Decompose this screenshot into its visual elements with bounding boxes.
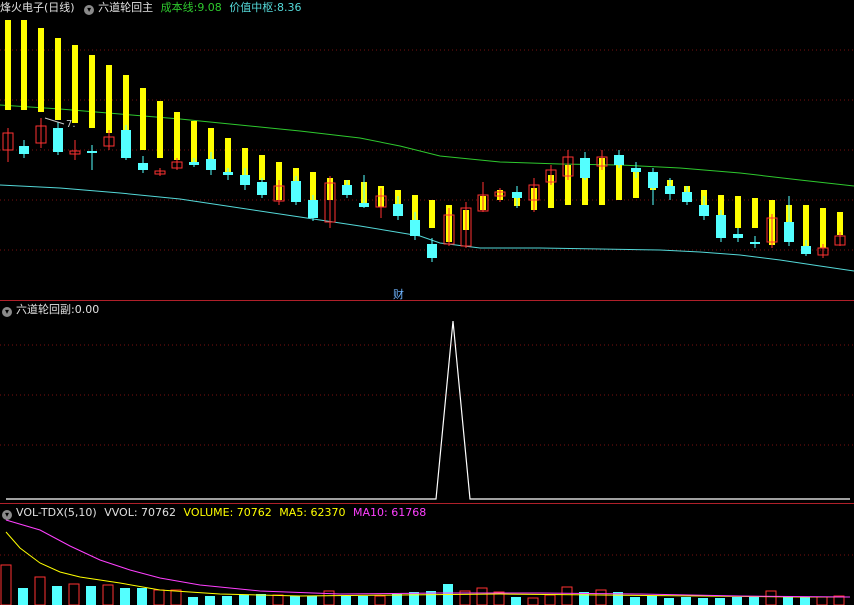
volume-bar bbox=[816, 596, 828, 605]
signal-bar bbox=[429, 200, 435, 228]
candle-body bbox=[682, 192, 692, 202]
candle-body bbox=[631, 168, 641, 172]
candle-body bbox=[427, 244, 437, 258]
signal-bar bbox=[735, 196, 741, 228]
chart-canvas[interactable]: 7. bbox=[0, 0, 854, 605]
candle-body bbox=[257, 182, 267, 195]
candle-body bbox=[291, 181, 301, 202]
candle-body bbox=[410, 220, 420, 236]
signal-bar bbox=[55, 38, 61, 120]
volume-bar bbox=[188, 597, 198, 605]
volume-bar bbox=[698, 598, 708, 605]
volume-bar bbox=[34, 576, 46, 605]
volume-bar bbox=[732, 597, 742, 605]
volume-bar bbox=[511, 597, 521, 605]
volume-bar bbox=[595, 589, 607, 605]
volume-bar bbox=[409, 592, 419, 605]
volume-bar bbox=[153, 589, 165, 605]
price-annotation-leader bbox=[44, 117, 65, 125]
volume-bar bbox=[120, 588, 130, 605]
vol-ma5-line bbox=[5, 531, 850, 598]
candle-body bbox=[342, 185, 352, 195]
candle-body bbox=[53, 128, 63, 152]
volume-bar bbox=[18, 588, 28, 605]
volume-bar bbox=[561, 586, 573, 605]
volume-bar bbox=[392, 594, 402, 605]
volume-bar bbox=[664, 598, 674, 605]
candle-body bbox=[206, 159, 216, 170]
signal-bar bbox=[21, 20, 27, 110]
candle-body bbox=[716, 215, 726, 238]
signal-bar bbox=[72, 45, 78, 123]
volume-bar bbox=[544, 594, 556, 605]
volume-bar bbox=[222, 596, 232, 605]
signal-bar bbox=[174, 112, 180, 160]
volume-bar bbox=[0, 564, 12, 605]
candle-body bbox=[699, 205, 709, 216]
candle-body bbox=[750, 242, 760, 244]
candle-body bbox=[223, 172, 233, 175]
volume-bar bbox=[256, 594, 266, 605]
candle-body bbox=[733, 234, 743, 238]
volume-bar bbox=[307, 596, 317, 605]
candle-body bbox=[87, 151, 97, 153]
signal-bar bbox=[140, 88, 146, 150]
candle-body bbox=[648, 172, 658, 188]
candle-body bbox=[138, 163, 148, 170]
candle-body bbox=[512, 192, 522, 198]
volume-bar bbox=[341, 596, 351, 605]
volume-bars bbox=[0, 564, 845, 605]
candle-body bbox=[784, 222, 794, 242]
signal-bar bbox=[837, 212, 843, 235]
candle-body bbox=[393, 204, 403, 216]
volume-bar bbox=[749, 596, 759, 605]
candle-body bbox=[614, 155, 624, 165]
volume-bar bbox=[681, 597, 691, 605]
volume-bar bbox=[715, 598, 725, 605]
volume-bar bbox=[239, 595, 249, 605]
volume-bar bbox=[205, 596, 215, 605]
signal-bar bbox=[5, 20, 11, 110]
volume-bar bbox=[170, 589, 182, 605]
candlesticks[interactable] bbox=[2, 118, 846, 262]
volume-bar bbox=[290, 596, 300, 605]
volume-bar bbox=[765, 590, 777, 605]
sub-indicator-line bbox=[6, 320, 850, 500]
price-annotation: 7. bbox=[66, 119, 76, 130]
signal-bar bbox=[820, 208, 826, 248]
candle-body bbox=[801, 246, 811, 254]
signal-bar bbox=[259, 155, 265, 180]
volume-bar bbox=[374, 595, 386, 605]
candle-body bbox=[189, 162, 199, 165]
candle-body bbox=[359, 203, 369, 207]
volume-bar bbox=[358, 596, 368, 605]
signal-bar bbox=[106, 65, 112, 133]
signal-bar bbox=[616, 165, 622, 200]
volume-bar bbox=[86, 586, 96, 605]
volume-bar bbox=[527, 597, 539, 605]
candle-body bbox=[665, 186, 675, 194]
volume-bar bbox=[800, 597, 810, 605]
volume-bar bbox=[68, 583, 80, 605]
signal-bar bbox=[89, 55, 95, 128]
signal-bar bbox=[752, 198, 758, 228]
volume-bar bbox=[137, 588, 147, 605]
volume-bar bbox=[52, 586, 62, 605]
volume-bar bbox=[630, 597, 640, 605]
volume-bar bbox=[647, 596, 657, 605]
signal-bar bbox=[157, 101, 163, 158]
signal-bar bbox=[191, 121, 197, 162]
candle-body bbox=[580, 158, 590, 178]
signal-bar bbox=[38, 28, 44, 112]
candle-body bbox=[121, 130, 131, 158]
signal-bar bbox=[225, 138, 231, 172]
volume-bar bbox=[476, 587, 488, 605]
candle-body bbox=[19, 146, 29, 154]
candle-body bbox=[240, 175, 250, 185]
candle-body bbox=[308, 200, 318, 218]
volume-bar bbox=[272, 594, 284, 605]
volume-bar bbox=[102, 584, 114, 605]
